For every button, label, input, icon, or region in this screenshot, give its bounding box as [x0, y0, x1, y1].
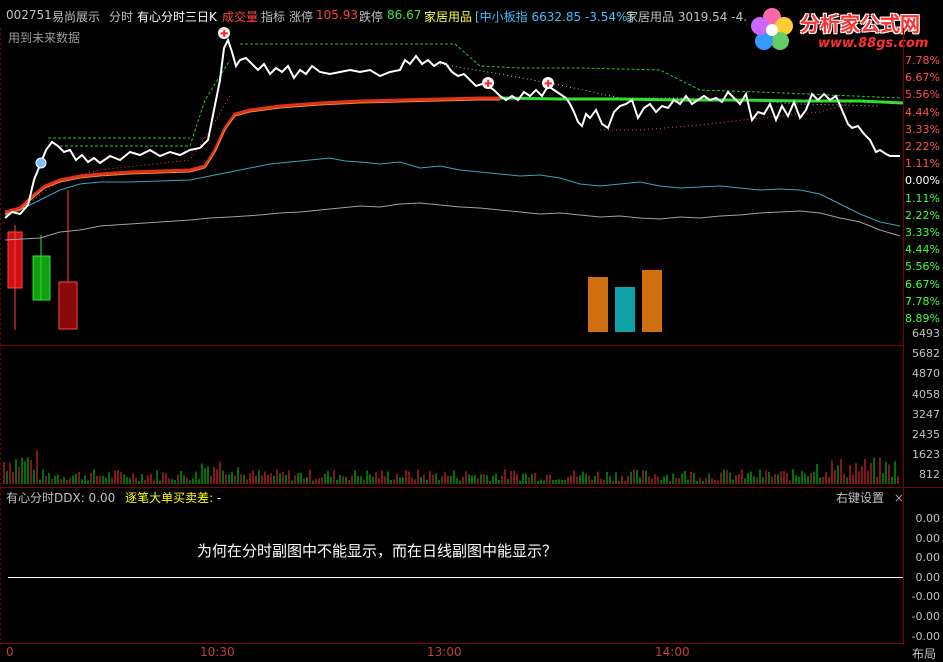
orange-bar-1 — [588, 277, 608, 332]
resistance-line-2 — [240, 43, 901, 99]
intraday-chart[interactable]: ✚ ✚ ✚ — [0, 0, 943, 662]
daily-candle-3 — [58, 281, 78, 330]
ddx-axis-label: 0.00 — [915, 570, 941, 584]
teal-bar — [615, 287, 635, 332]
ddx-axis-label: 0.00 — [915, 551, 941, 565]
sub-panel-name[interactable]: 有心分时DDX — [6, 491, 81, 505]
price-axis-label: 0.00% — [905, 174, 940, 188]
sub-panel-value: : 0.00 — [80, 491, 116, 505]
price-axis-label: 4.44% — [905, 105, 940, 119]
time-label-1400: 14:00 — [655, 645, 690, 659]
price-axis-label: 3.33% — [905, 122, 940, 136]
price-axis-label: 2.22% — [905, 208, 940, 222]
ddx-axis-label: 0.00 — [915, 531, 941, 545]
ddx-axis-label: -0.00 — [911, 629, 940, 643]
price-axis-label: 7.78% — [905, 294, 940, 308]
grey-index-line — [4, 202, 901, 241]
right-click-settings[interactable]: 右键设置 × — [836, 489, 904, 506]
question-text: 为何在分时副图中不能显示，而在日线副图中能显示？ — [197, 542, 558, 560]
sell-signal-glyph-2: ✚ — [484, 79, 492, 90]
close-icon[interactable]: × — [894, 491, 904, 505]
price-axis-label: 1.11% — [905, 157, 940, 171]
price-axis-label: 3.33% — [905, 226, 940, 239]
price-axis-label: 1.11% — [905, 191, 940, 205]
average-price-line — [4, 96, 500, 214]
price-axis-label: 5.56% — [905, 260, 940, 274]
time-label-1300: 13:00 — [427, 645, 462, 659]
price-axis-label: 7.78% — [905, 54, 940, 67]
price-axis-label: 6.67% — [905, 277, 940, 291]
ddx-line-value: : - — [209, 491, 222, 505]
buy-signal-marker — [35, 157, 47, 169]
cyan-sector-line — [4, 157, 901, 227]
sell-signal-glyph-1: ✚ — [220, 29, 228, 40]
sell-signal-glyph-3: ✚ — [544, 79, 552, 90]
resistance-line-3 — [60, 59, 231, 147]
ddx-axis-label: -0.00 — [911, 590, 940, 604]
volume-axis-label: 1623 — [912, 448, 940, 462]
price-axis-label: 4.44% — [905, 243, 940, 257]
volume-axis-label: 2435 — [912, 428, 940, 441]
time-label-open: 0 — [6, 645, 14, 659]
volume-axis-label: 4058 — [912, 387, 940, 401]
sub-panel-title: 有心分时DDX: 0.00 逐笔大单买卖差: - — [6, 489, 227, 506]
volume-axis-label: 5682 — [912, 347, 940, 361]
volume-bars — [3, 450, 899, 484]
volume-axis-label: 6493 — [912, 327, 940, 340]
ddx-line-name: 逐笔大单买卖差 — [125, 491, 210, 505]
layout-button[interactable]: 布局 — [912, 645, 936, 662]
right-click-settings-label[interactable]: 右键设置 — [836, 491, 884, 505]
time-label-1030: 10:30 — [200, 645, 235, 659]
volume-axis-label: 812 — [919, 468, 940, 482]
price-axis-label: 2.22% — [905, 140, 940, 153]
price-axis-label: 6.67% — [905, 71, 940, 85]
price-axis-label: 8.89% — [905, 312, 940, 325]
orange-bar-2 — [642, 270, 662, 332]
volume-axis-label: 3247 — [912, 407, 940, 421]
support-dotted-1 — [19, 95, 231, 211]
ddx-axis-label: 0.00 — [915, 512, 941, 525]
ddx-axis-label: -0.00 — [911, 610, 940, 623]
price-line — [4, 37, 900, 219]
price-axis-label: 5.56% — [905, 88, 940, 102]
volume-axis-label: 4870 — [912, 367, 940, 381]
